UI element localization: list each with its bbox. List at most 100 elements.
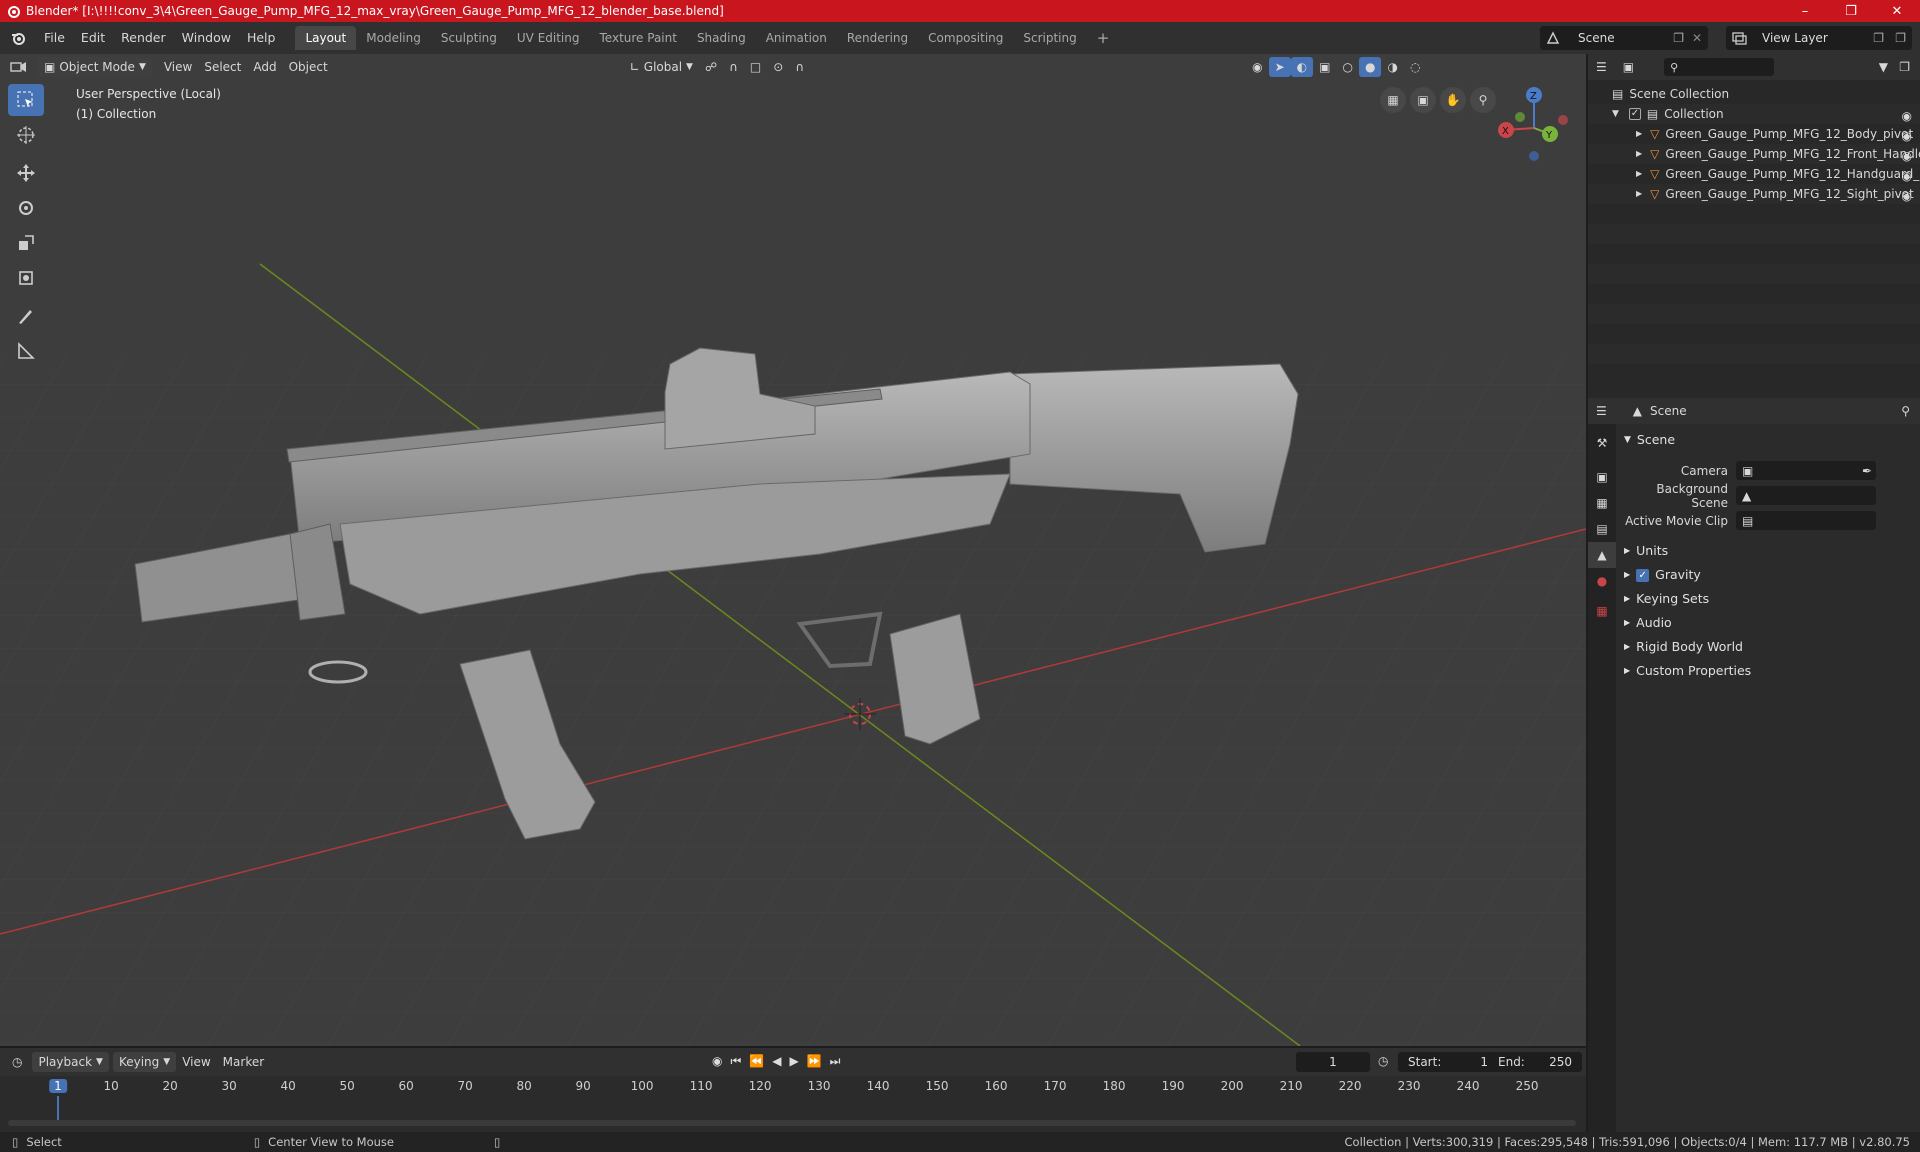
object-mode-dropdown[interactable]: ▣ Object Mode ▼ xyxy=(38,57,152,77)
stopwatch-icon[interactable]: ◷ xyxy=(1378,1054,1388,1068)
tab-compositing[interactable]: Compositing xyxy=(918,26,1013,50)
current-frame-field[interactable]: 1 xyxy=(1296,1052,1370,1072)
viewport-menu-object[interactable]: Object xyxy=(283,57,334,77)
navigation-gizmo[interactable]: Z X Y xyxy=(1498,87,1568,161)
editor-type-icon[interactable] xyxy=(4,57,34,77)
eye-icon[interactable]: ◉ xyxy=(1902,126,1912,146)
new-collection-icon[interactable]: ❐ xyxy=(1899,60,1910,74)
menu-edit[interactable]: Edit xyxy=(73,27,113,49)
record-icon[interactable]: ◉ xyxy=(712,1054,722,1069)
pin-icon[interactable]: ⚲ xyxy=(1901,404,1910,418)
scene-selector[interactable]: Scene ❐ ✕ xyxy=(1540,26,1708,50)
rendered-shading-icon[interactable]: ◌ xyxy=(1404,57,1426,77)
scale-tool-icon[interactable] xyxy=(8,227,44,259)
play-reverse-icon[interactable]: ◀ xyxy=(772,1054,781,1069)
display-mode-icon[interactable]: ▣ xyxy=(1623,60,1634,74)
camera-view-icon[interactable]: ▣ xyxy=(1410,87,1436,113)
outliner-row-scene-collection[interactable]: ▤ Scene Collection xyxy=(1588,84,1920,104)
zoom-icon[interactable]: ⚲ xyxy=(1470,87,1496,113)
outliner-row-object[interactable]: ▶ ▽ Green_Gauge_Pump_MFG_12_Handguard_pi… xyxy=(1588,164,1920,184)
snap-target-icon[interactable]: □ xyxy=(744,57,767,77)
remove-view-layer-icon[interactable]: ❐ xyxy=(1895,31,1906,45)
expand-arrow-icon[interactable]: ▶ xyxy=(1636,184,1642,204)
start-frame-field[interactable]: Start: 1 xyxy=(1398,1052,1498,1072)
measure-tool-icon[interactable] xyxy=(8,335,44,367)
minimize-icon[interactable]: – xyxy=(1782,0,1828,22)
view-layer-selector[interactable]: View Layer ❐ ❐ xyxy=(1726,26,1912,50)
tab-layout[interactable]: Layout xyxy=(295,26,357,50)
gravity-checkbox[interactable]: ✓ xyxy=(1636,568,1650,582)
menu-window[interactable]: Window xyxy=(174,27,239,49)
output-tab-icon[interactable]: ▦ xyxy=(1588,490,1616,516)
audio-panel-header[interactable]: ▶ Audio xyxy=(1618,611,1918,635)
play-icon[interactable]: ▶ xyxy=(789,1054,798,1069)
outliner-row-object[interactable]: ▶ ▽ Green_Gauge_Pump_MFG_12_Body_pivot ◉ xyxy=(1588,124,1920,144)
viewport-menu-select[interactable]: Select xyxy=(198,57,247,77)
gizmo-toggle-icon[interactable]: ➤ xyxy=(1268,57,1291,77)
tab-animation[interactable]: Animation xyxy=(756,26,837,50)
custom-properties-panel-header[interactable]: ▶ Custom Properties xyxy=(1618,659,1918,683)
properties-editor-type-icon[interactable]: ☰ xyxy=(1596,404,1607,418)
end-frame-field[interactable]: End: 250 xyxy=(1488,1052,1582,1072)
outliner-row-object[interactable]: ▶ ▽ Green_Gauge_Pump_MFG_12_Sight_pivot … xyxy=(1588,184,1920,204)
timeline-ruler[interactable]: 1 10 20 30 40 50 60 70 80 90 100 110 120 130 140 150 160… xyxy=(0,1076,1586,1124)
rigid-body-world-panel-header[interactable]: ▶ Rigid Body World xyxy=(1618,635,1918,659)
solid-shading-icon[interactable]: ● xyxy=(1358,57,1382,77)
expand-arrow-icon[interactable]: ▶ xyxy=(1636,164,1642,184)
snap-icon[interactable]: ∩ xyxy=(723,57,744,77)
material-shading-icon[interactable]: ◑ xyxy=(1381,57,1403,77)
select-box-tool-icon[interactable] xyxy=(8,84,44,116)
overlays-icon[interactable]: ◐ xyxy=(1290,57,1314,77)
add-workspace-icon[interactable]: + xyxy=(1087,26,1120,50)
eye-icon[interactable]: ◉ xyxy=(1902,186,1912,206)
filter-icon[interactable]: ▼ xyxy=(1879,60,1888,74)
timeline-editor-type-icon[interactable]: ◷ xyxy=(6,1052,28,1072)
jump-start-icon[interactable]: ⏮ xyxy=(730,1054,741,1069)
render-tab-icon[interactable]: ▣ xyxy=(1588,464,1616,490)
grid-toggle-icon[interactable]: ▦ xyxy=(1380,87,1406,113)
pan-hand-icon[interactable]: ✋ xyxy=(1440,87,1466,113)
pivot-icon[interactable]: ☍ xyxy=(699,57,723,77)
transform-orientation-dropdown[interactable]: ∟ Global ▼ xyxy=(624,57,699,77)
eyedropper-icon[interactable]: ✒ xyxy=(1862,464,1872,478)
move-tool-icon[interactable] xyxy=(8,157,44,189)
timeline-menu-marker[interactable]: Marker xyxy=(217,1052,270,1072)
tab-texture-paint[interactable]: Texture Paint xyxy=(590,26,687,50)
gravity-panel-header[interactable]: ▶ ✓ Gravity xyxy=(1618,563,1918,587)
units-panel-header[interactable]: ▶ Units xyxy=(1618,539,1918,563)
eye-icon[interactable]: ◉ xyxy=(1902,146,1912,166)
jump-end-icon[interactable]: ⏭ xyxy=(830,1054,841,1069)
scene-tab-icon[interactable]: ▲ xyxy=(1588,542,1616,568)
outliner-search-input[interactable]: ⚲ xyxy=(1664,58,1775,76)
tab-scripting[interactable]: Scripting xyxy=(1013,26,1086,50)
falloff-icon[interactable]: ∩ xyxy=(789,57,810,77)
copy-view-layer-icon[interactable]: ❐ xyxy=(1873,31,1884,45)
transform-tool-icon[interactable] xyxy=(8,262,44,294)
viewport-menu-add[interactable]: Add xyxy=(247,57,282,77)
menu-render[interactable]: Render xyxy=(113,27,174,49)
menu-file[interactable]: File xyxy=(36,27,73,49)
keying-sets-panel-header[interactable]: ▶ Keying Sets xyxy=(1618,587,1918,611)
wireframe-shading-icon[interactable]: ○ xyxy=(1337,57,1359,77)
view-layer-tab-icon[interactable]: ▤ xyxy=(1588,516,1616,542)
checkbox-icon[interactable]: ✓ xyxy=(1628,108,1641,120)
menu-help[interactable]: Help xyxy=(239,27,284,49)
tab-sculpting[interactable]: Sculpting xyxy=(431,26,507,50)
scene-panel-header[interactable]: ▼ Scene xyxy=(1618,428,1918,452)
camera-field[interactable]: ▣ ✒ xyxy=(1736,461,1876,480)
prev-keyframe-icon[interactable]: ⏪ xyxy=(749,1054,764,1069)
blender-menu-icon[interactable] xyxy=(10,30,30,46)
outliner-row-object[interactable]: ▶ ▽ Green_Gauge_Pump_MFG_12_Front_Handle… xyxy=(1588,144,1920,164)
next-keyframe-icon[interactable]: ⏩ xyxy=(807,1054,822,1069)
visibility-icon[interactable]: ◉ xyxy=(1246,57,1268,77)
annotate-tool-icon[interactable] xyxy=(8,300,44,332)
timeline-scrollbar[interactable] xyxy=(8,1120,1576,1126)
close-icon[interactable]: ✕ xyxy=(1874,0,1920,22)
maximize-icon[interactable]: ❐ xyxy=(1828,0,1874,22)
eye-icon[interactable]: ◉ xyxy=(1902,166,1912,186)
outliner-row-collection[interactable]: ▼ ✓ ▤ Collection ◉ xyxy=(1588,104,1920,124)
rotate-tool-icon[interactable] xyxy=(8,192,44,224)
tab-modeling[interactable]: Modeling xyxy=(356,26,431,50)
expand-arrow-icon[interactable]: ▼ xyxy=(1612,104,1619,124)
expand-arrow-icon[interactable]: ▶ xyxy=(1636,124,1642,144)
